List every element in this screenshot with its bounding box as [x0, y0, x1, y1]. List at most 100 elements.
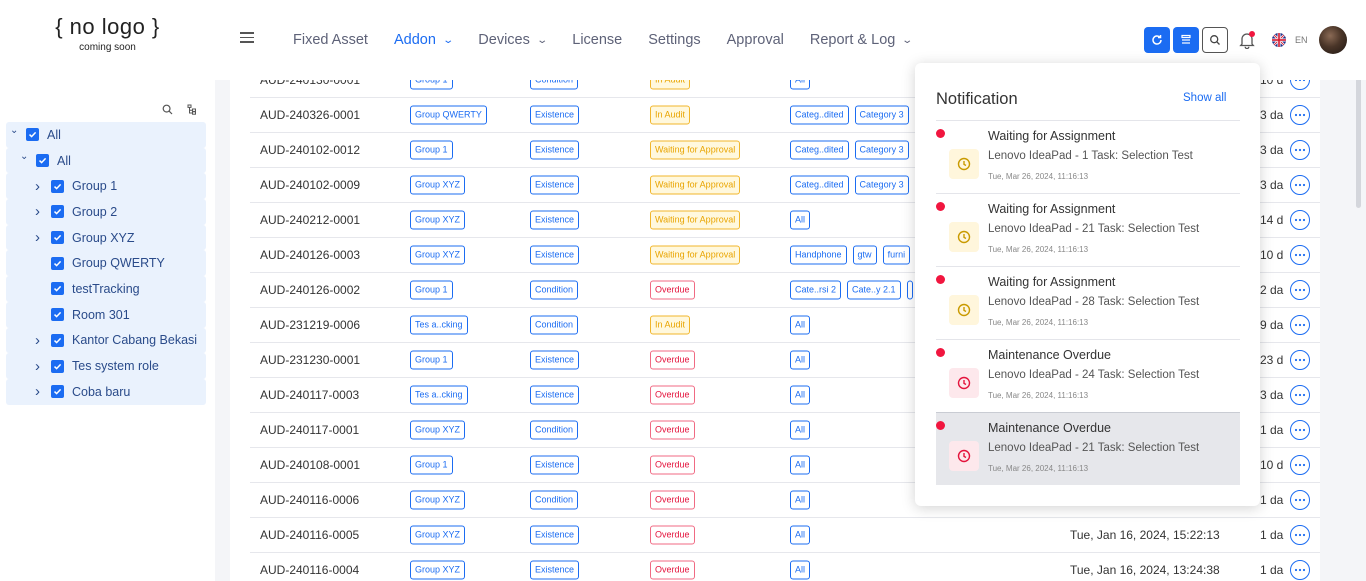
tree-item[interactable]: › Group 1 — [6, 173, 206, 200]
checkbox[interactable] — [51, 256, 64, 270]
more-button[interactable] — [1290, 105, 1310, 125]
check-icon — [53, 260, 62, 267]
logo[interactable]: { no logo } coming soon — [50, 14, 165, 53]
checkbox[interactable] — [51, 308, 64, 322]
more-button[interactable] — [1290, 210, 1310, 230]
more-button[interactable] — [1290, 560, 1310, 580]
more-button[interactable] — [1290, 490, 1310, 510]
search-icon[interactable] — [162, 102, 173, 120]
checkbox[interactable] — [51, 179, 64, 193]
tree-item[interactable]: ⌄ All — [6, 147, 206, 174]
tree-item[interactable]: testTracking — [6, 276, 206, 302]
audit-duration: 9 da — [1260, 318, 1284, 332]
notification-item[interactable]: Waiting for Assignment Lenovo IdeaPad - 2… — [936, 266, 1240, 339]
checkbox[interactable] — [51, 359, 64, 373]
nav-item[interactable]: Fixed Asset — [293, 32, 368, 48]
audit-duration: 10 d — [1260, 458, 1284, 472]
more-button[interactable] — [1290, 385, 1310, 405]
audit-id[interactable]: AUD-240126-0002 — [260, 283, 360, 297]
audit-id[interactable]: AUD-240102-0012 — [260, 143, 360, 157]
notification-item[interactable]: Maintenance Overdue Lenovo IdeaPad - 21 T… — [936, 412, 1240, 485]
status-badge: Overdue — [650, 560, 695, 580]
notification-title-text: Maintenance Overdue — [988, 348, 1111, 362]
more-icon — [1294, 218, 1306, 222]
tree-item[interactable]: › Kantor Cabang Bekasi — [6, 327, 206, 354]
chevron-right-icon[interactable]: › — [35, 332, 40, 349]
audit-id[interactable]: AUD-240117-0001 — [260, 423, 359, 437]
notification-bell[interactable] — [1238, 31, 1256, 50]
search-button[interactable] — [1202, 27, 1228, 53]
category-badge: Category 3 — [854, 105, 909, 125]
menu-icon[interactable] — [240, 32, 254, 44]
notification-body: Lenovo IdeaPad - 21 Task: Selection Test — [988, 223, 1200, 235]
tree-item[interactable]: Group QWERTY — [6, 250, 206, 277]
chevron-down-icon[interactable]: ⌄ — [10, 125, 18, 136]
audit-id[interactable]: AUD-240108-0001 — [260, 458, 360, 472]
checkbox[interactable] — [51, 231, 64, 245]
language-selector[interactable]: EN — [1295, 35, 1308, 45]
checkbox[interactable] — [51, 205, 64, 219]
nav-item[interactable]: License — [572, 32, 622, 48]
avatar[interactable] — [1319, 26, 1347, 54]
more-button[interactable] — [1290, 420, 1310, 440]
category-list: Categ..dited Category 3 — [790, 175, 915, 195]
show-all-link[interactable]: Show all — [1183, 92, 1226, 104]
checkbox[interactable] — [26, 128, 39, 142]
chevron-right-icon[interactable]: › — [35, 383, 40, 400]
more-button[interactable] — [1290, 175, 1310, 195]
more-button[interactable] — [1290, 315, 1310, 335]
notification-body: Lenovo IdeaPad - 1 Task: Selection Test — [988, 150, 1193, 162]
checkbox[interactable] — [51, 385, 64, 399]
checkbox[interactable] — [51, 282, 64, 296]
type-badge: Condition — [530, 280, 579, 300]
audit-id[interactable]: AUD-240212-0001 — [260, 213, 360, 227]
checkbox[interactable] — [36, 154, 49, 168]
audit-id[interactable]: AUD-240116-0004 — [260, 563, 359, 577]
clock-icon — [949, 295, 979, 325]
chevron-right-icon[interactable]: › — [35, 203, 40, 220]
more-button[interactable] — [1290, 455, 1310, 475]
nav-item[interactable]: Addon ⌄ — [394, 32, 454, 48]
tree-item[interactable]: › Tes system role — [6, 353, 206, 379]
chevron-right-icon[interactable]: › — [35, 358, 40, 375]
audit-id[interactable]: AUD-240116-0006 — [260, 493, 359, 507]
chevron-down-icon[interactable]: ⌄ — [20, 151, 28, 162]
audit-id[interactable]: AUD-240326-0001 — [260, 108, 360, 122]
nav-item[interactable]: Settings — [648, 32, 700, 48]
chevron-right-icon[interactable]: › — [35, 229, 40, 246]
more-button[interactable] — [1290, 140, 1310, 160]
notification-time: Tue, Mar 26, 2024, 11:16:13 — [988, 318, 1089, 327]
tree-item[interactable]: › Coba baru — [6, 378, 206, 405]
more-button[interactable] — [1290, 280, 1310, 300]
tree-item[interactable]: › Group XYZ — [6, 224, 206, 251]
category-badge: All — [790, 385, 811, 405]
audit-duration: 1 da — [1260, 493, 1284, 507]
audit-id[interactable]: AUD-240126-0003 — [260, 248, 360, 262]
category-badge: Handphone — [790, 245, 847, 265]
refresh-button[interactable] — [1144, 27, 1170, 53]
uk-flag-icon[interactable] — [1272, 33, 1286, 47]
audit-id[interactable]: AUD-231230-0001 — [260, 353, 360, 367]
notification-item[interactable]: Waiting for Assignment Lenovo IdeaPad - 1… — [936, 120, 1240, 193]
more-button[interactable] — [1290, 245, 1310, 265]
notification-item[interactable]: Waiting for Assignment Lenovo IdeaPad - 2… — [936, 193, 1240, 266]
chevron-right-icon[interactable]: › — [35, 178, 40, 195]
audit-id[interactable]: AUD-240117-0003 — [260, 388, 359, 402]
nav-item[interactable]: Approval — [727, 32, 784, 48]
notification-item[interactable]: Maintenance Overdue Lenovo IdeaPad - 24 T… — [936, 339, 1240, 412]
audit-id[interactable]: AUD-231219-0006 — [260, 318, 360, 332]
more-button[interactable] — [1290, 350, 1310, 370]
tree-item[interactable]: › Group 2 — [6, 199, 206, 225]
audit-id[interactable]: AUD-240116-0005 — [260, 528, 359, 542]
tree-item[interactable]: Room 301 — [6, 301, 206, 328]
nav-item[interactable]: Report & Log ⌄ — [810, 32, 914, 48]
list-view-button[interactable] — [1173, 27, 1199, 53]
audit-id[interactable]: AUD-240102-0009 — [260, 178, 360, 192]
tree-icon[interactable] — [187, 102, 198, 120]
nav-item[interactable]: Devices ⌄ — [478, 32, 548, 48]
table-row: AUD-240116-0005 Group XYZ Existence Overdue… — [250, 518, 1320, 553]
group-badge: Group 1 — [410, 280, 453, 300]
checkbox[interactable] — [51, 333, 64, 347]
tree-item[interactable]: ⌄ All — [6, 122, 206, 148]
more-button[interactable] — [1290, 525, 1310, 545]
